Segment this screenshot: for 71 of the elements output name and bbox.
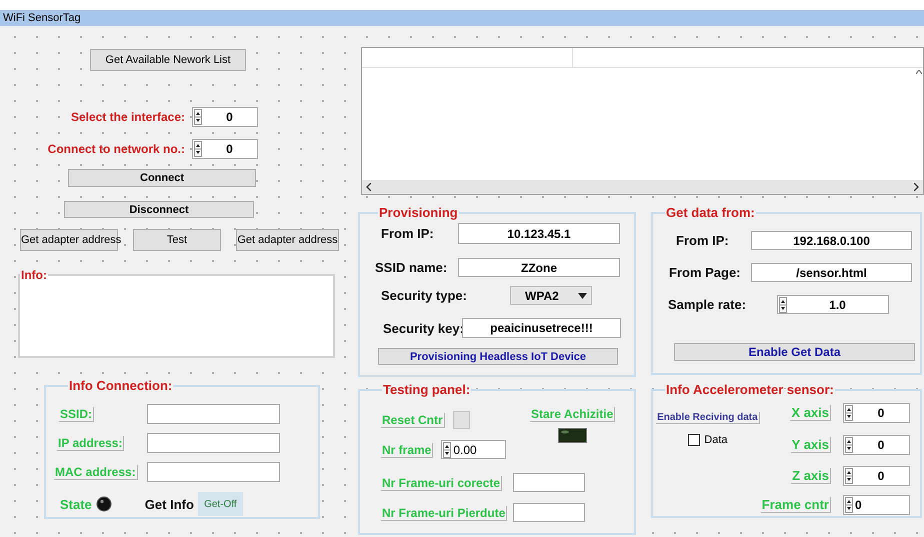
field-label: SSID: xyxy=(59,407,94,422)
field-label: Sample rate: xyxy=(668,297,748,312)
spin-arrows-icon xyxy=(845,468,853,484)
field-label: Frame cntr xyxy=(760,497,831,513)
get-off-button[interactable]: Get-Off xyxy=(198,492,243,516)
field-label: Reset Cntr xyxy=(381,412,445,428)
scrollbar[interactable] xyxy=(362,180,923,194)
field-label: Enable Reciving data xyxy=(656,412,760,424)
field-label: Security key: xyxy=(383,320,462,336)
state-label: State xyxy=(59,496,93,512)
number-spinner[interactable]: 0 xyxy=(192,107,258,127)
field-label: Stare Achizitie xyxy=(530,407,616,422)
group-title: Info Accelerometer sensor: xyxy=(665,382,835,397)
field-label: Nr Frame-uri Pierdute xyxy=(381,506,508,520)
text-field[interactable] xyxy=(147,462,280,482)
caret-icon xyxy=(578,292,587,298)
number-spinner[interactable]: 1.0 xyxy=(777,295,889,314)
group-title: Testing panel: xyxy=(382,382,472,397)
spin-arrows-icon xyxy=(779,296,787,312)
field-label: From IP: xyxy=(676,233,730,248)
field-label: Z axis xyxy=(791,468,831,484)
field-label: SSID name: xyxy=(375,260,448,275)
field-label: Connect to network no.: xyxy=(46,142,185,156)
spin-arrows-icon xyxy=(194,141,202,157)
enable-get-data-button[interactable]: Enable Get Data xyxy=(674,343,915,361)
text-field[interactable] xyxy=(513,473,585,492)
field-label: Nr Frame-uri corecte xyxy=(381,476,502,490)
text-field[interactable]: ZZone xyxy=(458,258,620,277)
spin-arrows-icon xyxy=(443,442,452,458)
field-label: From IP: xyxy=(381,226,435,241)
group-title: Info: xyxy=(20,268,48,282)
field-label: IP address: xyxy=(57,436,124,451)
network-list[interactable] xyxy=(361,47,924,195)
text-field[interactable]: 192.168.0.100 xyxy=(751,231,912,250)
text-field[interactable]: peaicinusetrece!!! xyxy=(462,318,621,338)
field-label: MAC address: xyxy=(54,465,138,480)
text-field[interactable] xyxy=(147,433,280,453)
spin-arrows-icon xyxy=(845,437,853,453)
group-title: Provisioning xyxy=(378,205,459,220)
field-label: Nr frame xyxy=(381,442,434,458)
number-spinner[interactable]: 0 xyxy=(192,139,258,159)
dropdown[interactable]: WPA2 xyxy=(510,286,592,305)
reset-button[interactable] xyxy=(452,410,470,428)
number-spinner[interactable]: 0 xyxy=(843,466,910,486)
field-label: X axis xyxy=(790,405,831,421)
field-label: Y axis xyxy=(790,437,831,453)
number-spinner[interactable]: 0 xyxy=(843,403,910,423)
window-title: WiFi SensorTag xyxy=(0,10,924,26)
spin-arrows-icon xyxy=(194,109,202,125)
provisioning-button[interactable]: Provisioning Headless IoT Device xyxy=(378,348,618,365)
spin-arrows-icon xyxy=(845,405,853,421)
connect-button[interactable]: Connect xyxy=(68,169,256,187)
field-label: Security type: xyxy=(381,288,468,303)
number-spinner[interactable]: 0 xyxy=(843,495,910,515)
field-label: Select the interface: xyxy=(70,110,185,124)
group-title: Get data from: xyxy=(665,205,756,220)
text-field[interactable] xyxy=(147,404,280,424)
text-field[interactable] xyxy=(513,503,585,522)
number-spinner[interactable]: 0.00 xyxy=(441,440,506,459)
get-info-label: Get Info xyxy=(144,496,194,512)
network-list-button[interactable]: Get Available Nework List xyxy=(90,49,246,71)
spin-arrows-icon xyxy=(845,497,853,513)
text-field[interactable]: 10.123.45.1 xyxy=(458,223,620,244)
disconnect-button[interactable]: Disconnect xyxy=(64,201,254,218)
number-spinner[interactable]: 0 xyxy=(843,435,910,455)
data-checkbox[interactable]: Data xyxy=(688,434,728,446)
group-title: Info Connection: xyxy=(68,378,174,393)
tool-button[interactable]: Get adapter address xyxy=(236,229,339,251)
tool-button[interactable]: Test xyxy=(133,229,221,251)
text-field[interactable]: /sensor.html xyxy=(751,263,912,282)
field-label: From Page: xyxy=(669,265,742,280)
